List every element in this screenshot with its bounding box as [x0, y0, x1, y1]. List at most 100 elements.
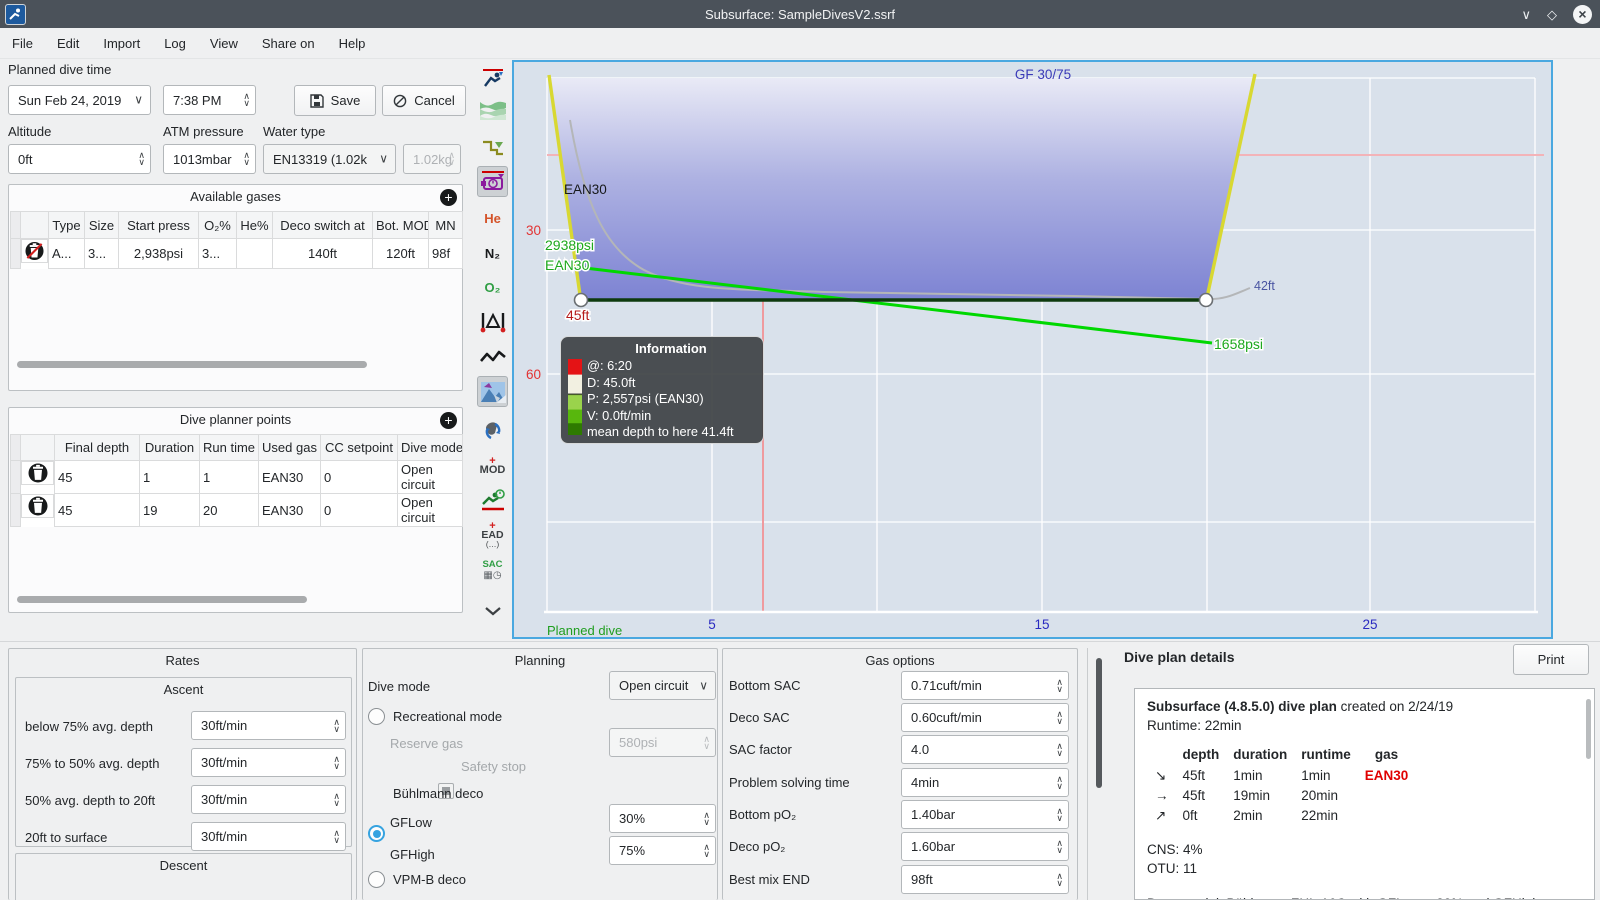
ascent-rate3-spinner[interactable]: 30ft/min ∧ ∨	[191, 785, 346, 814]
bottom-sac-spinner[interactable]: 0.71cuft/min ∧ ∨	[901, 671, 1069, 700]
pn-he-button[interactable]: He	[477, 203, 508, 234]
point-col-setpoint[interactable]: CC setpoint	[320, 434, 398, 461]
titlebar[interactable]: Subsurface: SampleDivesV2.ssrf ∨ ◇ ×	[0, 0, 1600, 28]
notes-vscrollbar[interactable]	[1586, 699, 1591, 759]
dive-mode-combo[interactable]: Open circuit ∨	[609, 671, 716, 700]
point-divemode[interactable]: Open circuit	[397, 460, 463, 494]
minimize-icon[interactable]: ∨	[1521, 8, 1531, 21]
delete-point-button[interactable]	[21, 461, 54, 485]
point-depth[interactable]: 45	[54, 493, 140, 527]
cancel-button[interactable]: Cancel	[382, 85, 466, 116]
spin-arrows-icon[interactable]: ∧ ∨	[333, 754, 340, 770]
waypoint-handle[interactable]	[573, 292, 589, 308]
settings-vscrollbar[interactable]	[1096, 658, 1102, 788]
point-col-gas[interactable]: Used gas	[258, 434, 321, 461]
point-col-divemode[interactable]: Dive mode	[397, 434, 463, 461]
gas-he[interactable]	[236, 238, 273, 269]
gas-type[interactable]: A...	[48, 238, 85, 269]
spin-arrows-icon[interactable]: ∧ ∨	[243, 92, 250, 108]
point-gas[interactable]: EAN30	[258, 493, 321, 527]
gases-hscrollbar[interactable]	[17, 361, 367, 368]
spin-arrows-icon[interactable]: ∧ ∨	[1056, 741, 1063, 757]
point-duration[interactable]: 19	[139, 493, 200, 527]
point-depth[interactable]: 45	[54, 460, 140, 494]
gas-table-row[interactable]: A... 3... 2,938psi 3... 140ft 120ft 98f	[10, 238, 463, 269]
spin-arrows-icon[interactable]: ∧ ∨	[1056, 774, 1063, 790]
planner-row[interactable]: 45 19 20 EAN30 0 Open circuit	[10, 493, 463, 527]
waypoint-handle[interactable]	[1198, 292, 1214, 308]
menu-log[interactable]: Log	[152, 28, 198, 58]
po2-button[interactable]: O₂	[477, 272, 508, 303]
problem-time-spinner[interactable]: 4min ∧ ∨	[901, 768, 1069, 797]
print-button[interactable]: Print	[1513, 644, 1589, 675]
spin-arrows-icon[interactable]: ∧ ∨	[333, 717, 340, 733]
gas-size[interactable]: 3...	[84, 238, 119, 269]
spin-arrows-icon[interactable]: ∧ ∨	[703, 842, 710, 858]
planner-hscrollbar[interactable]	[17, 596, 307, 603]
gas-col-type[interactable]: Type	[48, 211, 85, 239]
point-col-runtime[interactable]: Run time	[199, 434, 259, 461]
point-runtime[interactable]: 20	[199, 493, 259, 527]
gas-col-decoswitch[interactable]: Deco switch at	[272, 211, 373, 239]
deco-sac-spinner[interactable]: 0.60cuft/min ∧ ∨	[901, 703, 1069, 732]
point-col-depth[interactable]: Final depth	[54, 434, 140, 461]
close-icon[interactable]: ×	[1573, 4, 1592, 24]
gas-decoswitch[interactable]: 140ft	[272, 238, 373, 269]
mod-button[interactable]: + MOD	[477, 449, 508, 480]
bottom-po2-spinner[interactable]: 1.40bar ∧ ∨	[901, 800, 1069, 829]
point-duration[interactable]: 1	[139, 460, 200, 494]
ascent-rate4-spinner[interactable]: 30ft/min ∧ ∨	[191, 822, 346, 851]
gfhigh-spinner[interactable]: 75% ∧ ∨	[609, 836, 716, 865]
gas-o2[interactable]: 3...	[198, 238, 237, 269]
point-col-duration[interactable]: Duration	[139, 434, 200, 461]
dc-ceiling-button[interactable]	[477, 132, 508, 163]
pn-n2-button[interactable]: N₂	[477, 238, 508, 269]
spin-arrows-icon[interactable]: ∧ ∨	[243, 151, 250, 167]
ascent-rate2-spinner[interactable]: 30ft/min ∧ ∨	[191, 748, 346, 777]
deco-tts-button[interactable]	[477, 166, 508, 197]
menu-share-on[interactable]: Share on	[250, 28, 327, 58]
gas-startpress[interactable]: 2,938psi	[118, 238, 199, 269]
spin-arrows-icon[interactable]: ∧ ∨	[138, 151, 145, 167]
maximize-icon[interactable]: ◇	[1547, 8, 1557, 21]
flip-profile-button[interactable]	[477, 414, 508, 445]
spin-arrows-icon[interactable]: ∧ ∨	[1056, 806, 1063, 822]
vpmb-radio[interactable]	[368, 871, 385, 888]
add-gas-button[interactable]: +	[440, 189, 457, 206]
toolbar-scroll-down-button[interactable]	[477, 600, 508, 622]
delete-point-button[interactable]	[21, 493, 54, 518]
photos-button[interactable]	[477, 376, 508, 407]
menu-edit[interactable]: Edit	[45, 28, 91, 58]
recreational-radio[interactable]	[368, 708, 385, 725]
spin-arrows-icon[interactable]: ∧ ∨	[1056, 709, 1063, 725]
point-setpoint[interactable]: 0	[320, 493, 398, 527]
delete-gas-button[interactable]	[21, 239, 48, 263]
spin-arrows-icon[interactable]: ∧ ∨	[1056, 871, 1063, 887]
atm-pressure-spinner[interactable]: 1013mbar ∧ ∨	[163, 144, 256, 174]
menu-help[interactable]: Help	[327, 28, 378, 58]
dive-profile-chart[interactable]: GF 30/75 30 60 5 15 25 Planned dive EAN3…	[512, 60, 1553, 639]
ceiling-toggle-button[interactable]	[477, 94, 508, 125]
menu-file[interactable]: File	[0, 28, 45, 58]
dive-time-spinner[interactable]: 7:38 PM ∧ ∨	[163, 85, 256, 115]
point-divemode[interactable]: Open circuit	[397, 493, 463, 527]
buhlmann-radio[interactable]	[368, 825, 385, 842]
gas-mnd[interactable]: 98f	[428, 238, 463, 269]
ndl-button[interactable]	[477, 484, 508, 515]
ascent-rate1-spinner[interactable]: 30ft/min ∧ ∨	[191, 711, 346, 740]
best-mix-end-spinner[interactable]: 98ft ∧ ∨	[901, 865, 1069, 894]
gas-botmod[interactable]: 120ft	[372, 238, 429, 269]
bottom-splitter[interactable]	[0, 641, 1600, 642]
gas-col-botmod[interactable]: Bot. MOD	[372, 211, 429, 239]
ead-button[interactable]: + EAD (…)	[477, 519, 508, 550]
menu-import[interactable]: Import	[91, 28, 152, 58]
planner-row[interactable]: 45 1 1 EAN30 0 Open circuit	[10, 460, 463, 494]
gas-col-o2[interactable]: O₂%	[198, 211, 237, 239]
point-setpoint[interactable]: 0	[320, 460, 398, 494]
information-tooltip[interactable]: Information @: 6:20 D: 45.0ft P: 2,557ps…	[560, 336, 764, 444]
point-gas[interactable]: EAN30	[258, 460, 321, 494]
ruler-button[interactable]	[477, 306, 508, 337]
water-type-combo[interactable]: EN13319 (1.02k ∨	[263, 144, 396, 174]
sac-factor-spinner[interactable]: 4.0 ∧ ∨	[901, 735, 1069, 764]
deco-po2-spinner[interactable]: 1.60bar ∧ ∨	[901, 832, 1069, 861]
